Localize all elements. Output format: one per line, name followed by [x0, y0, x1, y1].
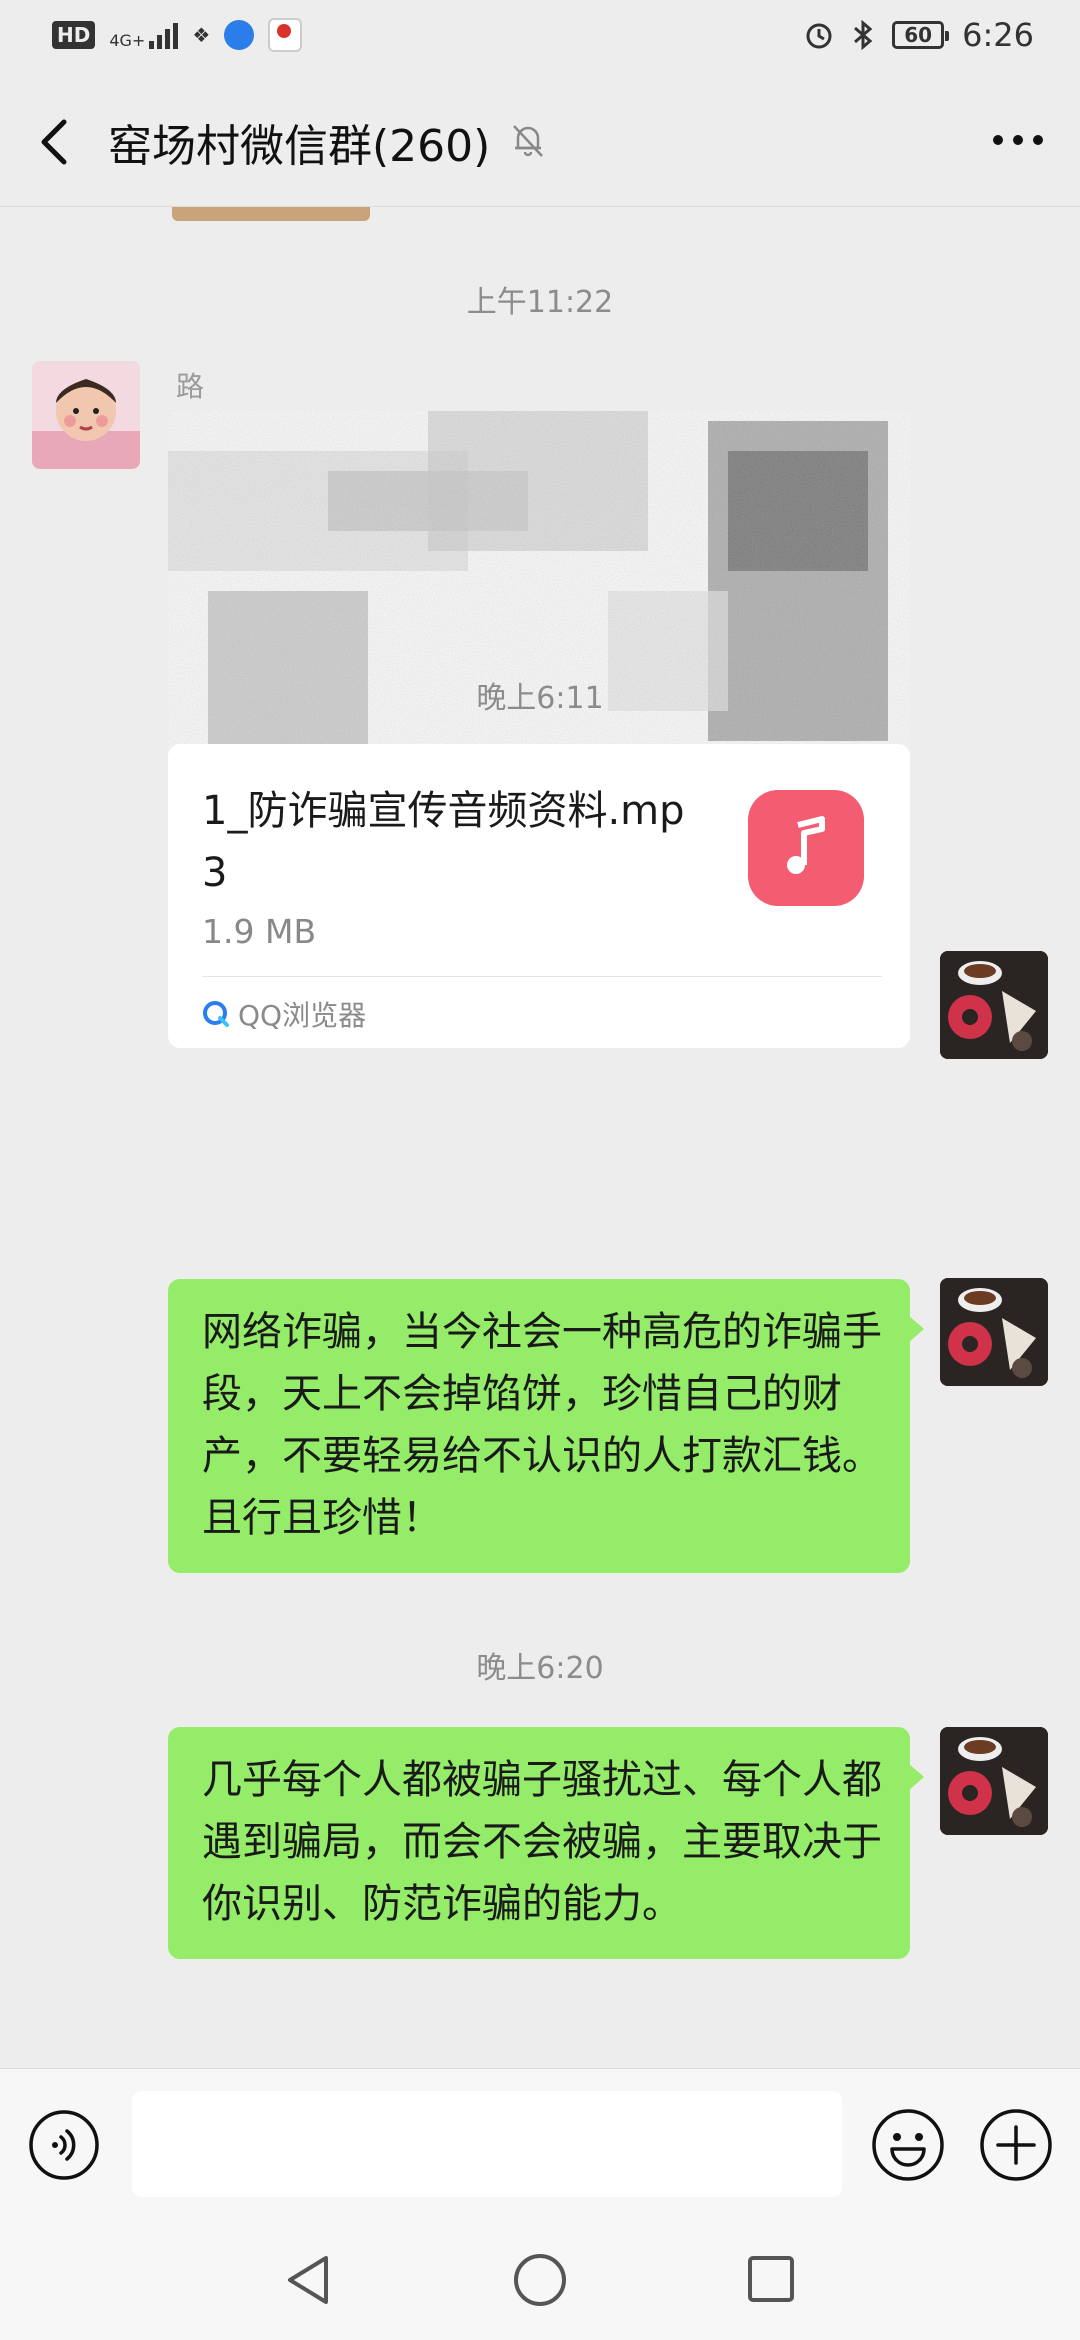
timestamp: 晚上6:20: [476, 1651, 604, 1686]
hd-badge: HD: [52, 21, 96, 49]
status-bar: HD 4G+ ❖ 60 6:26: [0, 0, 1080, 74]
my-avatar[interactable]: [940, 1278, 1048, 1386]
timestamp: 上午11:22: [466, 285, 614, 320]
plus-icon[interactable]: [978, 2107, 1054, 2183]
status-right: 60 6:26: [804, 16, 1034, 54]
source-label: QQ浏览器: [238, 999, 367, 1032]
timestamp: 晚上6:11: [476, 681, 604, 716]
file-source: QQ浏览器: [202, 994, 366, 1034]
chat-title: 窑场村微信群(260): [108, 121, 491, 172]
alarm-icon: [806, 23, 832, 49]
signal-icon: 4G+: [109, 21, 179, 50]
system-back-icon[interactable]: [282, 2252, 336, 2308]
chat-header: 窑场村微信群(260): [0, 74, 1080, 207]
sender-name-redacted: 路: [176, 370, 205, 403]
back-icon[interactable]: [30, 112, 80, 172]
food-avatar-image: [940, 1278, 1048, 1386]
message-input[interactable]: [132, 2091, 842, 2197]
status-left: HD 4G+ ❖: [52, 18, 303, 52]
network-type: 4G+: [109, 31, 146, 50]
mute-bell-icon: [513, 125, 543, 157]
music-file-icon: [748, 790, 864, 906]
food-avatar-image: [940, 951, 1048, 1059]
baby-avatar-image: [32, 361, 140, 469]
battery-indicator: 60: [892, 21, 950, 49]
divider: [202, 976, 882, 977]
my-avatar[interactable]: [940, 1727, 1048, 1835]
qq-browser-icon: [203, 1001, 229, 1027]
text-message-bubble[interactable]: 网络诈骗，当今社会一种高危的诈骗手段，天上不会掉馅饼，珍惜自己的财产，不要轻易给…: [168, 1279, 924, 1573]
more-options-icon[interactable]: [986, 118, 1050, 162]
bluetooth-icon: [854, 19, 873, 51]
text-message-bubble[interactable]: 几乎每个人都被骗子骚扰过、每个人都遇到骗局，而会不会被骗，主要取决于你识别、防范…: [168, 1727, 924, 1959]
message-list[interactable]: 上午11:22 路 晚上6:11 1_防诈骗宣传音频资料.mp3 1.9 MB …: [0, 207, 1080, 2067]
previous-image-thumbnail[interactable]: [172, 207, 370, 221]
system-recent-apps-icon[interactable]: [746, 2254, 796, 2304]
system-navigation-bar: [0, 2218, 1080, 2340]
food-avatar-image: [940, 1727, 1048, 1835]
emoji-icon[interactable]: [870, 2107, 946, 2183]
map-app-icon: [268, 18, 303, 52]
file-message-card[interactable]: 1_防诈骗宣传音频资料.mp3 1.9 MB QQ浏览器: [168, 744, 910, 1048]
system-home-icon[interactable]: [512, 2252, 568, 2308]
input-bar: [0, 2068, 1080, 2219]
file-size: 1.9 MB: [202, 912, 317, 951]
sender-avatar[interactable]: [32, 361, 140, 469]
status-time: 6:26: [962, 16, 1034, 54]
sim-icon: ❖: [192, 23, 211, 47]
my-avatar[interactable]: [940, 951, 1048, 1059]
browser-app-icon: [224, 20, 255, 50]
voice-input-icon[interactable]: [28, 2109, 100, 2181]
wechat-chat-screen: HD 4G+ ❖ 60 6:26 窑场村微信群(260) 上午11:22 路 晚…: [0, 0, 1080, 2340]
file-name: 1_防诈骗宣传音频资料.mp3: [202, 788, 685, 896]
